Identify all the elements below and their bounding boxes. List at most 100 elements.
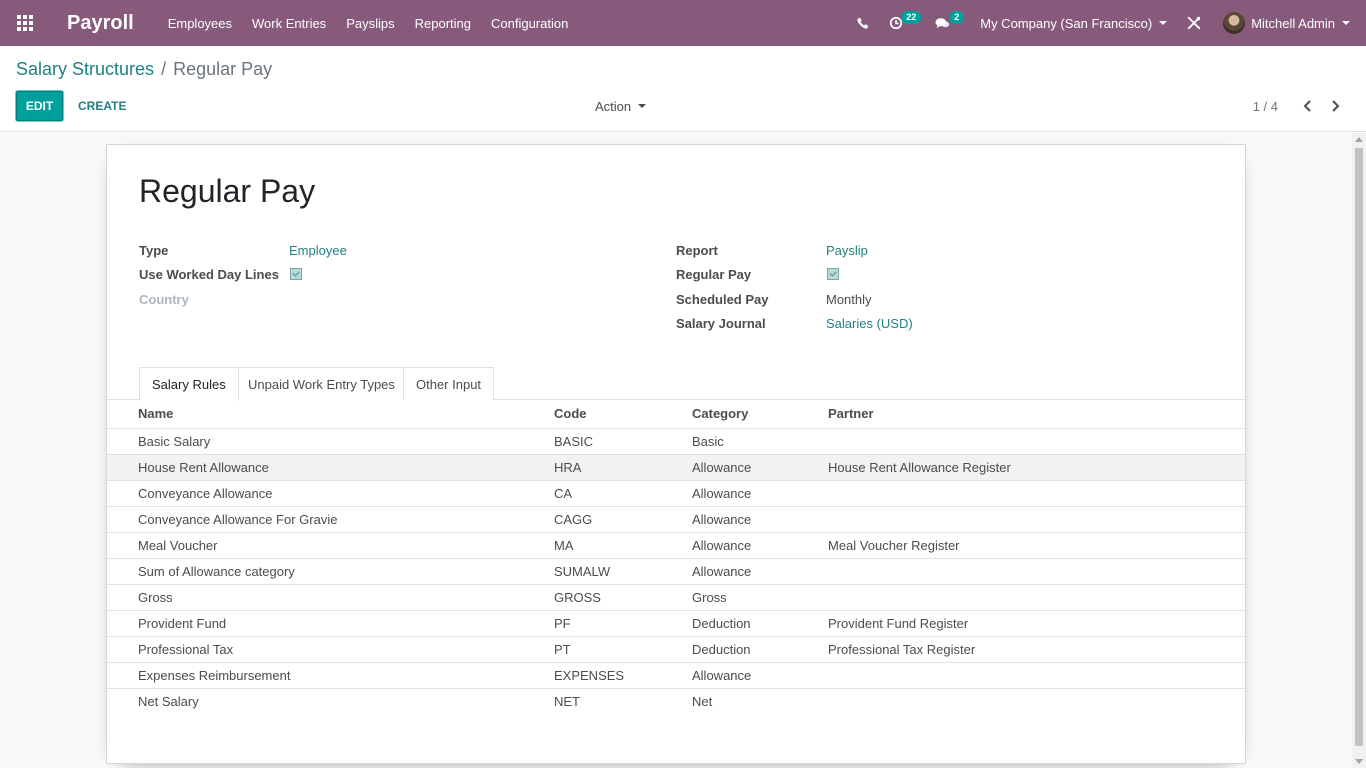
breadcrumb-separator: / <box>161 59 167 79</box>
cell-code: EXPENSES <box>554 662 692 689</box>
menu-payslips[interactable]: Payslips <box>336 0 404 46</box>
regular-pay-checkbox[interactable] <box>827 268 839 280</box>
country-label: Country <box>139 292 189 307</box>
cell-category: Allowance <box>692 506 828 533</box>
salary-journal-label: Salary Journal <box>676 316 766 331</box>
column-header-category[interactable]: Category <box>692 400 828 429</box>
menu-employees[interactable]: Employees <box>158 0 242 46</box>
table-row[interactable]: Sum of Allowance category SUMALW Allowan… <box>107 558 1245 585</box>
create-button[interactable]: CREATE <box>78 91 126 121</box>
record-title: Regular Pay <box>139 173 316 209</box>
cell-code: SUMALW <box>554 558 692 585</box>
phone-icon[interactable] <box>846 0 879 46</box>
menu-reporting[interactable]: Reporting <box>405 0 481 46</box>
cell-partner <box>828 584 1245 611</box>
scrollbar-thumb[interactable] <box>1355 148 1363 746</box>
apps-menu-icon[interactable] <box>0 0 50 46</box>
action-label: Action <box>595 98 632 114</box>
scroll-down-arrow-icon[interactable] <box>1355 759 1363 764</box>
vertical-scrollbar[interactable] <box>1352 133 1366 768</box>
column-header-code[interactable]: Code <box>554 400 692 429</box>
cell-partner <box>828 480 1245 507</box>
main-menu: Employees Work Entries Payslips Reportin… <box>158 0 579 46</box>
tab-other-input[interactable]: Other Input <box>403 367 495 400</box>
breadcrumb-salary-structures[interactable]: Salary Structures <box>16 59 154 80</box>
table-header-row: Name Code Category Partner <box>107 400 1245 429</box>
user-name: Mitchell Admin <box>1251 15 1335 31</box>
activity-count-badge: 22 <box>901 11 922 24</box>
salary-journal-value[interactable]: Salaries (USD) <box>826 316 913 331</box>
cell-partner: Meal Voucher Register <box>828 532 1245 559</box>
table-row[interactable]: Professional Tax PT Deduction Profession… <box>107 636 1245 663</box>
cell-category: Deduction <box>692 610 828 637</box>
cell-partner <box>828 688 1245 714</box>
breadcrumb: Salary Structures / Regular Pay <box>16 59 272 80</box>
top-navbar: Payroll Employees Work Entries Payslips … <box>0 0 1366 46</box>
tab-salary-rules[interactable]: Salary Rules <box>139 367 239 401</box>
report-label: Report <box>676 243 718 258</box>
app-title: Payroll <box>67 11 134 34</box>
control-panel: Salary Structures / Regular Pay EDIT CRE… <box>0 46 1366 132</box>
user-menu[interactable]: Mitchell Admin <box>1211 0 1366 46</box>
pager-value[interactable]: 1 / 4 <box>1253 99 1278 114</box>
cell-category: Gross <box>692 584 828 611</box>
cell-code: MA <box>554 532 692 559</box>
notebook-tabs: Salary Rules Unpaid Work Entry Types Oth… <box>107 367 1245 401</box>
form-content: Regular Pay Type Employee Use Worked Day… <box>0 133 1352 768</box>
cell-partner: Professional Tax Register <box>828 636 1245 663</box>
table-row[interactable]: House Rent Allowance HRA Allowance House… <box>107 454 1245 481</box>
type-label: Type <box>139 243 169 258</box>
company-switcher[interactable]: My Company (San Francisco) <box>970 0 1177 46</box>
scroll-up-arrow-icon[interactable] <box>1355 137 1363 142</box>
menu-configuration[interactable]: Configuration <box>481 0 578 46</box>
table-row[interactable]: Expenses Reimbursement EXPENSES Allowanc… <box>107 662 1245 689</box>
column-header-name[interactable]: Name <box>107 400 554 429</box>
action-dropdown[interactable]: Action <box>595 91 647 121</box>
pager-previous-icon[interactable] <box>1297 91 1317 121</box>
table-row[interactable]: Net Salary NET Net <box>107 688 1245 714</box>
cell-partner <box>828 506 1245 533</box>
cell-category: Net <box>692 688 828 714</box>
cell-name: Meal Voucher <box>107 532 554 559</box>
regular-pay-label: Regular Pay <box>676 267 752 282</box>
messages-icon[interactable]: 2 <box>925 0 970 46</box>
scheduled-pay-label: Scheduled Pay <box>676 292 769 307</box>
cell-partner: Provident Fund Register <box>828 610 1245 637</box>
table-row[interactable]: Provident Fund PF Deduction Provident Fu… <box>107 610 1245 637</box>
use-worked-day-lines-checkbox[interactable] <box>290 268 302 280</box>
debug-tools-icon[interactable] <box>1177 0 1211 46</box>
edit-button[interactable]: EDIT <box>16 91 63 121</box>
cell-partner <box>828 428 1245 455</box>
activity-clock-icon[interactable]: 22 <box>879 0 925 46</box>
use-worked-day-lines-label: Use Worked Day Lines <box>139 267 279 282</box>
menu-work-entries[interactable]: Work Entries <box>242 0 336 46</box>
cell-category: Allowance <box>692 480 828 507</box>
table-row[interactable]: Conveyance Allowance For Gravie CAGG All… <box>107 506 1245 533</box>
pager-next-icon[interactable] <box>1325 91 1345 121</box>
cell-code: PF <box>554 610 692 637</box>
avatar <box>1223 12 1246 34</box>
messages-count-badge: 2 <box>949 11 965 24</box>
chevron-down-icon <box>638 104 647 108</box>
table-row[interactable]: Gross GROSS Gross <box>107 584 1245 611</box>
cell-partner <box>828 662 1245 689</box>
table-row[interactable]: Meal Voucher MA Allowance Meal Voucher R… <box>107 532 1245 559</box>
table-row[interactable]: Conveyance Allowance CA Allowance <box>107 480 1245 507</box>
cell-category: Allowance <box>692 558 828 585</box>
tab-unpaid-work-entry-types[interactable]: Unpaid Work Entry Types <box>235 367 408 400</box>
table-row[interactable]: Basic Salary BASIC Basic <box>107 428 1245 455</box>
cell-name: Expenses Reimbursement <box>107 662 554 689</box>
salary-rules-table: Name Code Category Partner Basic Salary … <box>107 400 1245 714</box>
cell-code: NET <box>554 688 692 714</box>
cell-name: Provident Fund <box>107 610 554 637</box>
cell-code: BASIC <box>554 428 692 455</box>
type-value[interactable]: Employee <box>289 243 347 258</box>
cell-name: Sum of Allowance category <box>107 558 554 585</box>
report-value[interactable]: Payslip <box>826 243 868 258</box>
cell-category: Basic <box>692 428 828 455</box>
column-header-partner[interactable]: Partner <box>828 400 1245 429</box>
cell-name: Conveyance Allowance For Gravie <box>107 506 554 533</box>
cell-category: Allowance <box>692 454 828 481</box>
cell-category: Allowance <box>692 532 828 559</box>
scheduled-pay-value: Monthly <box>826 292 872 307</box>
